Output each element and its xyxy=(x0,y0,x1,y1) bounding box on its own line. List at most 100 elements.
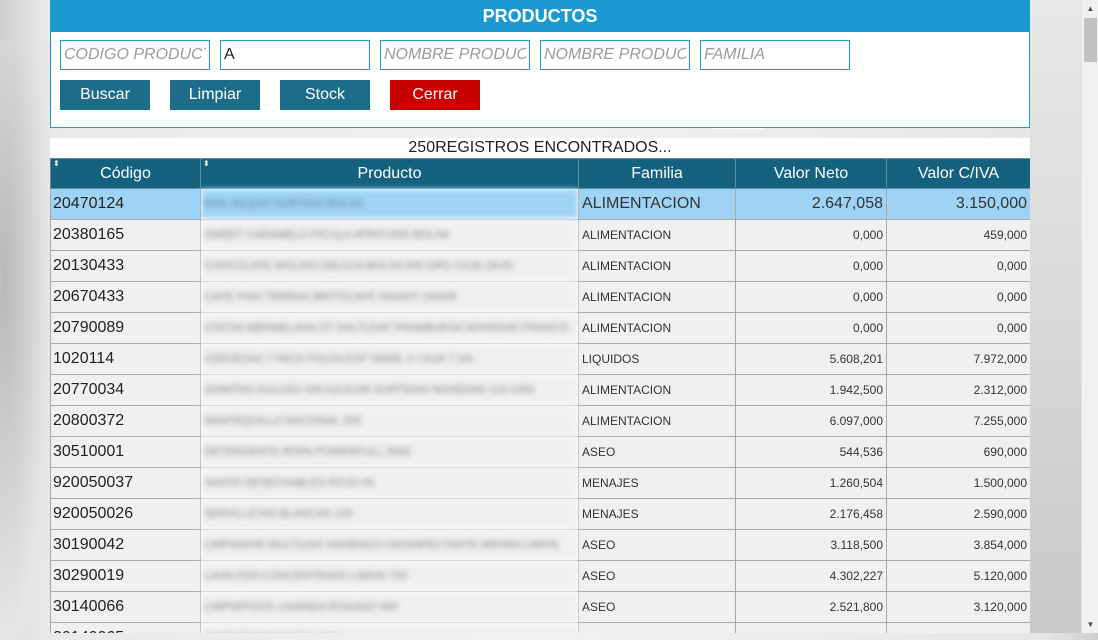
cell-familia: ASEO xyxy=(578,529,736,561)
resize-icon[interactable]: ⬍ xyxy=(203,160,210,168)
cell-codigo: 20670433 xyxy=(50,281,201,313)
cell-producto: COCOA MERMELADA ST GALTLEAF FRAMBUESA NO… xyxy=(200,312,579,344)
table-row[interactable]: 30140065LIMPIAPISOS FLORAL 900ASEO xyxy=(50,622,1030,633)
table-row[interactable]: 920050026 SERVILLETAS BLANCAS 100 MENAJES 2… xyxy=(50,498,1030,530)
cell-codigo: 20790089 xyxy=(50,312,201,344)
cell-valor-neto: 1.942,500 xyxy=(735,374,887,406)
table-row[interactable]: 30190042 LIMPIADOR MULTIUSO HIGIENICO DES… xyxy=(50,529,1030,561)
column-header-label: Valor Neto xyxy=(773,164,849,182)
cell-valor-neto: 1.260,504 xyxy=(735,467,887,499)
cell-familia: ALIMENTACION xyxy=(578,374,736,406)
scroll-thumb[interactable] xyxy=(1084,18,1097,62)
cell-valor-neto xyxy=(735,622,887,633)
scroll-down-icon[interactable]: ▼ xyxy=(1082,616,1098,633)
table-row[interactable]: 30290019 LAVALOZA CONCENTRADO LIMON 750 AS… xyxy=(50,560,1030,592)
table-row[interactable]: 1020114 CERVEZAS 7 PACK POLFA ESP 330ML X… xyxy=(50,343,1030,375)
cell-valor-neto: 6.097,000 xyxy=(735,405,887,437)
column-header-producto[interactable]: ⬍ Producto xyxy=(200,158,579,189)
cell-producto: LIMPIADOR MULTIUSO HIGIENICO DESINFECTAN… xyxy=(200,529,579,561)
scroll-up-icon[interactable]: ▲ xyxy=(1082,0,1098,17)
results-panel: 250REGISTROS ENCONTRADOS... ⬍ Código ⬍ P… xyxy=(50,138,1030,633)
familia-input[interactable] xyxy=(700,40,850,70)
cell-valor-neto: 2.647,058 xyxy=(735,188,887,220)
resize-icon[interactable]: ⬍ xyxy=(53,160,60,168)
cell-valor-iva: 3.120,000 xyxy=(886,591,1030,623)
cell-valor-neto: 2.521,800 xyxy=(735,591,887,623)
cell-codigo: 30290019 xyxy=(50,560,201,592)
table-row[interactable]: 920050037 VASOS DESECHABLES ROJO 50 MENAJE… xyxy=(50,467,1030,499)
cell-producto: GOMITAS DULCES SIN AZUCAR SURTIDAS NOVED… xyxy=(200,374,579,406)
cell-codigo: 20770034 xyxy=(50,374,201,406)
table-row[interactable]: 20770034 GOMITAS DULCES SIN AZUCAR SURTID… xyxy=(50,374,1030,406)
table-row[interactable]: 20380165 SWEET CARAMELO PICULA APRICONS B… xyxy=(50,219,1030,251)
table-row[interactable]: 30140066 LIMPIAPISOS LAVANDA ROSADO 900 AS… xyxy=(50,591,1030,623)
table-row[interactable]: 20800372 MANTEQUILLA NACIONAL 250 ALIMENTA… xyxy=(50,405,1030,437)
nombre-producto-2-input[interactable] xyxy=(540,40,690,70)
limpiar-button[interactable]: Limpiar xyxy=(170,80,260,110)
cell-familia: ALIMENTACION xyxy=(578,405,736,437)
cell-codigo: 30140066 xyxy=(50,591,201,623)
column-header-valor-neto[interactable]: Valor Neto xyxy=(735,158,887,189)
column-header-codigo[interactable]: ⬍ Código xyxy=(50,158,201,189)
cell-producto: VASOS DESECHABLES ROJO 50 xyxy=(200,467,579,499)
cell-producto: LIMPIAPISOS LAVANDA ROSADO 900 xyxy=(200,591,579,623)
stock-button[interactable]: Stock xyxy=(280,80,370,110)
column-header-valor-iva[interactable]: Valor C/IVA xyxy=(886,158,1030,189)
cell-codigo: 20130433 xyxy=(50,250,201,282)
table-row[interactable]: 30510001 DETERGENTE ROPA POWERFULL 3000 AS… xyxy=(50,436,1030,468)
cell-valor-neto: 0,000 xyxy=(735,250,887,282)
cell-valor-iva: 0,000 xyxy=(886,250,1030,282)
cell-familia: MENAJES xyxy=(578,498,736,530)
cell-codigo: 920050037 xyxy=(50,467,201,499)
cerrar-button[interactable]: Cerrar xyxy=(390,80,480,110)
cell-producto: CERVEZAS 7 PACK POLFA ESP 330ML X CAJA 7… xyxy=(200,343,579,375)
codigo-producto-input[interactable] xyxy=(60,40,210,70)
cell-valor-iva: 3.150,000 xyxy=(886,188,1030,220)
table-row[interactable]: 20130433 CHOCOLATE MOLIDO DELICIA BOLSA 9… xyxy=(50,250,1030,282)
search-panel: PRODUCTOS Buscar Limpiar Stock Cerrar xyxy=(50,0,1030,128)
cell-codigo: 20470124 xyxy=(50,188,201,220)
cell-familia: MENAJES xyxy=(578,467,736,499)
cell-familia: ASEO xyxy=(578,436,736,468)
cell-valor-neto: 0,000 xyxy=(735,281,887,313)
codigo-input[interactable] xyxy=(220,40,370,70)
nombre-producto-input[interactable] xyxy=(380,40,530,70)
cell-familia: ASEO xyxy=(578,622,736,633)
cell-valor-iva: 2.590,000 xyxy=(886,498,1030,530)
cell-valor-iva: 690,000 xyxy=(886,436,1030,468)
cell-producto: CHOCOLATE MOLIDO DELICIA BOLSA 900 GRS C… xyxy=(200,250,579,282)
products-table: ⬍ Código ⬍ Producto Familia Valor Neto V… xyxy=(50,158,1030,633)
cell-producto: CAFE FINO TERRAS BRITOCAFE INSANT 200GR xyxy=(200,281,579,313)
cell-familia: ASEO xyxy=(578,560,736,592)
column-header-familia[interactable]: Familia xyxy=(578,158,736,189)
cell-producto: MINI JALEAS SURTIDO BOLSA xyxy=(200,188,579,220)
cell-valor-iva: 2.312,000 xyxy=(886,374,1030,406)
column-header-label: Familia xyxy=(631,164,683,182)
cell-familia: ASEO xyxy=(578,591,736,623)
column-header-label: Producto xyxy=(357,164,422,182)
cell-valor-iva: 0,000 xyxy=(886,281,1030,313)
column-header-label: Código xyxy=(100,164,151,182)
cell-producto: DETERGENTE ROPA POWERFULL 3000 xyxy=(200,436,579,468)
table-row[interactable]: 20670433 CAFE FINO TERRAS BRITOCAFE INSAN… xyxy=(50,281,1030,313)
cell-valor-iva: 1.500,000 xyxy=(886,467,1030,499)
cell-producto: SWEET CARAMELO PICULA APRICONS BOLSA xyxy=(200,219,579,251)
cell-familia: ALIMENTACION xyxy=(578,312,736,344)
cell-valor-iva: 0,000 xyxy=(886,312,1030,344)
page-scrollbar[interactable]: ▲ ▼ xyxy=(1081,0,1098,633)
results-count: 250REGISTROS ENCONTRADOS... xyxy=(408,139,672,156)
cell-valor-neto: 4.302,227 xyxy=(735,560,887,592)
table-row[interactable]: 20470124 MINI JALEAS SURTIDO BOLSA ALIMENT… xyxy=(50,188,1030,220)
cell-producto: LIMPIAPISOS FLORAL 900 xyxy=(200,622,579,633)
table-row[interactable]: 20790089 COCOA MERMELADA ST GALTLEAF FRAM… xyxy=(50,312,1030,344)
cell-valor-iva xyxy=(886,622,1030,633)
cell-codigo: 30190042 xyxy=(50,529,201,561)
cell-codigo: 20380165 xyxy=(50,219,201,251)
cell-valor-iva: 7.255,000 xyxy=(886,405,1030,437)
cell-producto: LAVALOZA CONCENTRADO LIMON 750 xyxy=(200,560,579,592)
cell-familia: LIQUIDOS xyxy=(578,343,736,375)
cell-codigo: 30510001 xyxy=(50,436,201,468)
cell-valor-neto: 5.608,201 xyxy=(735,343,887,375)
cell-codigo: 20800372 xyxy=(50,405,201,437)
buscar-button[interactable]: Buscar xyxy=(60,80,150,110)
